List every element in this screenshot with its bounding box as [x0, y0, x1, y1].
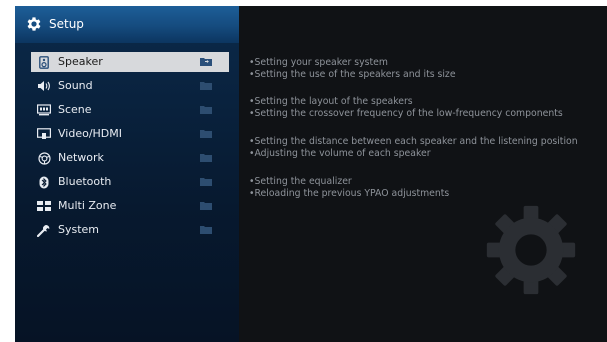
description-line: •Setting the layout of the speakers: [249, 96, 413, 107]
description-line: •Setting the crossover frequency of the …: [249, 108, 563, 119]
folder-icon: [200, 154, 212, 162]
page-title: Setup: [49, 17, 84, 31]
description-line: •Setting the equalizer: [249, 176, 352, 187]
menu-item-label: Bluetooth: [58, 175, 112, 188]
menu-item-sound[interactable]: Sound: [31, 76, 229, 96]
folder-icon: [200, 130, 212, 138]
setup-header: Setup: [15, 6, 239, 43]
description-line: •Setting the use of the speakers and its…: [249, 69, 456, 80]
setup-screen: Setup Speaker Sound Scene Video/HDMI Net…: [15, 6, 607, 342]
gear-icon: [27, 17, 41, 31]
menu-item-multi-zone[interactable]: Multi Zone: [31, 196, 229, 216]
description-line: •Reloading the previous YPAO adjustments: [249, 188, 450, 199]
menu-item-video-hdmi[interactable]: Video/HDMI: [31, 124, 229, 144]
description-line: •Adjusting the volume of each speaker: [249, 148, 431, 159]
background-gear-icon: [486, 205, 576, 295]
speaker-icon: [37, 55, 51, 69]
folder-icon: [200, 226, 212, 234]
wrench-icon: [37, 223, 51, 237]
menu-item-network[interactable]: Network: [31, 148, 229, 168]
menu-item-label: Scene: [58, 103, 92, 116]
multi-zone-icon: [37, 199, 51, 213]
network-icon: [37, 151, 51, 165]
menu-item-bluetooth[interactable]: Bluetooth: [31, 172, 229, 192]
menu-item-label: Multi Zone: [58, 199, 117, 212]
sound-icon: [37, 79, 51, 93]
folder-icon: [200, 106, 212, 114]
folder-icon: [200, 178, 212, 186]
menu-item-label: Speaker: [58, 55, 103, 68]
description-panel: •Setting your speaker system •Setting th…: [239, 6, 607, 342]
menu-item-label: Network: [58, 151, 104, 164]
folder-icon: [200, 58, 212, 66]
folder-icon: [200, 202, 212, 210]
menu-item-system[interactable]: System: [31, 220, 229, 240]
menu-item-label: System: [58, 223, 100, 236]
folder-icon: [200, 82, 212, 90]
video-hdmi-icon: [37, 127, 51, 141]
menu-item-speaker[interactable]: Speaker: [31, 52, 229, 72]
scene-icon: [37, 103, 51, 117]
description-line: •Setting the distance between each speak…: [249, 136, 578, 147]
menu-item-label: Video/HDMI: [58, 127, 123, 140]
description-line: •Setting your speaker system: [249, 57, 388, 68]
bluetooth-icon: [37, 175, 51, 189]
menu-item-scene[interactable]: Scene: [31, 100, 229, 120]
menu-item-label: Sound: [58, 79, 93, 92]
menu-panel: Setup Speaker Sound Scene Video/HDMI Net…: [15, 6, 239, 342]
